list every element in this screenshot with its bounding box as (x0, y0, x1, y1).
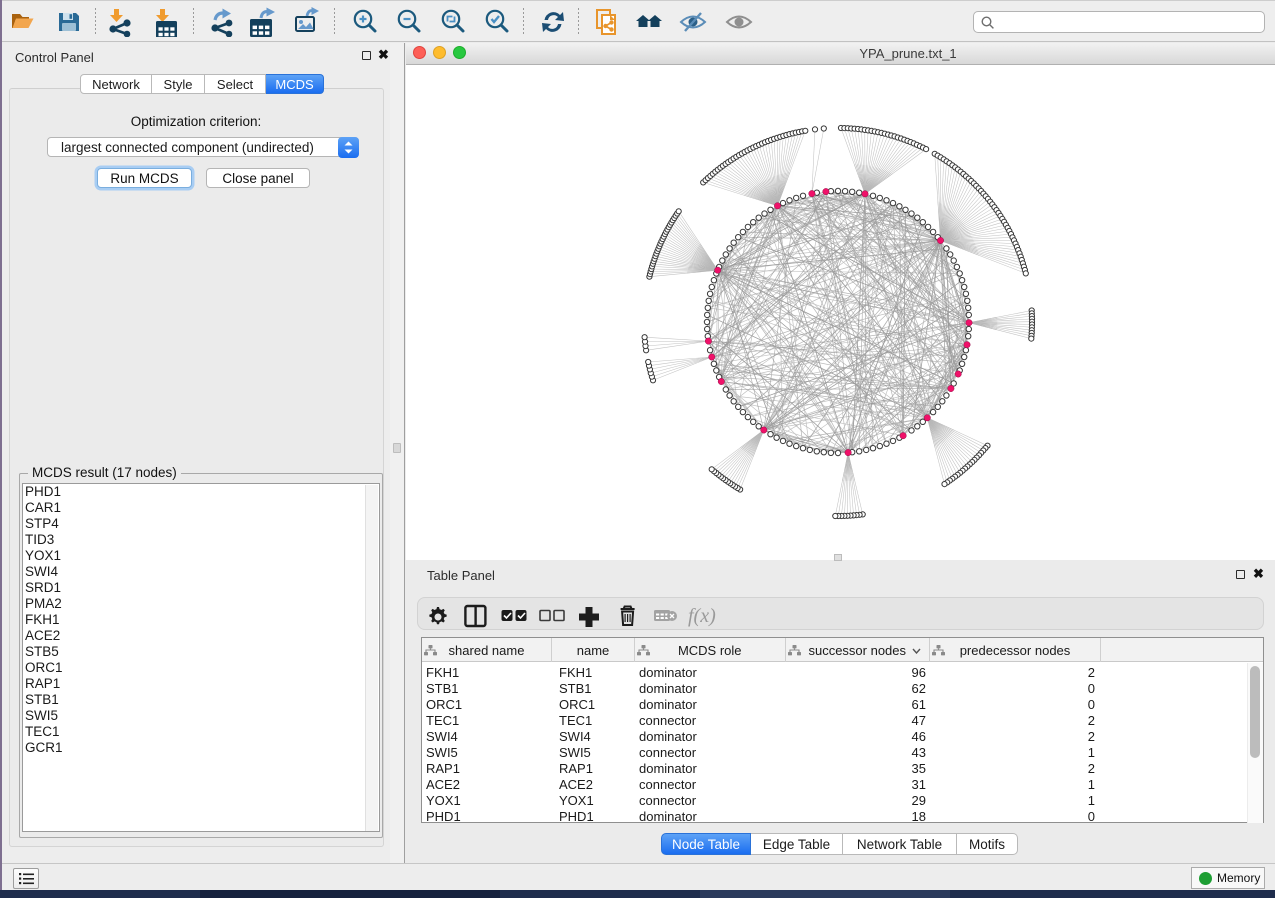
svg-text:f(x): f(x) (688, 605, 716, 627)
